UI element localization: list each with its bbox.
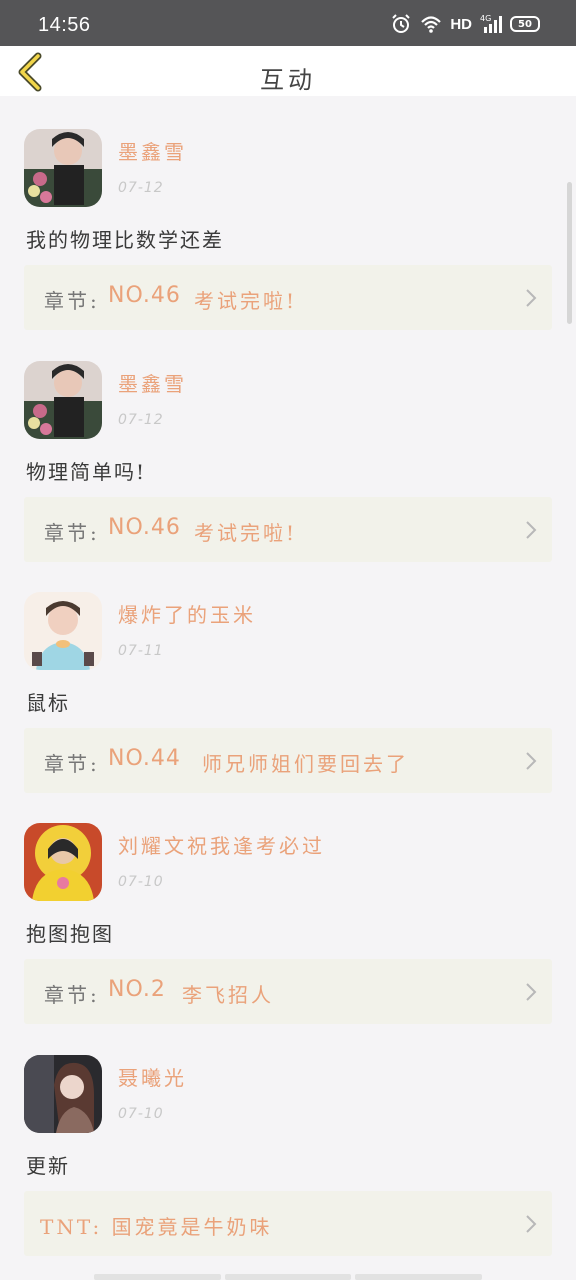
chapter-label: 章节: xyxy=(44,752,100,776)
comment-date: 07-12 xyxy=(118,412,164,428)
partial-tab xyxy=(94,1274,221,1280)
chapter-title: 考试完啦! xyxy=(194,521,298,545)
chevron-right-icon xyxy=(526,752,537,770)
chevron-right-icon xyxy=(526,1215,537,1233)
comment-item: 墨鑫雪 07-12 物理简单吗! 章节: NO.46 考试完啦! xyxy=(0,328,576,562)
comment-date: 07-12 xyxy=(118,180,164,196)
comment-text: 我的物理比数学还差 xyxy=(26,228,224,252)
chapter-link[interactable]: 章节: NO.46 考试完啦! xyxy=(24,265,552,330)
user-avatar[interactable] xyxy=(24,592,102,670)
scrollbar[interactable] xyxy=(567,182,572,324)
chapter-label: 章节: xyxy=(44,521,100,545)
chapter-number: NO.46 xyxy=(108,515,181,540)
comment-text: 鼠标 xyxy=(26,691,70,715)
comment-date: 07-10 xyxy=(118,1106,164,1122)
signal-icon: 4G xyxy=(480,14,502,33)
chapter-label: 章节: xyxy=(44,983,100,1007)
partial-tab xyxy=(224,1274,352,1280)
chapter-label: 章节: xyxy=(44,289,100,313)
username[interactable]: 刘耀文祝我逢考必过 xyxy=(118,830,325,859)
user-avatar[interactable] xyxy=(24,823,102,901)
status-bar: 14:56 HD 4G 50 xyxy=(0,0,576,46)
network-label: HD xyxy=(450,15,472,33)
chapter-title: TNT: 国宠竟是牛奶味 xyxy=(40,1215,273,1239)
status-icons: HD 4G 50 xyxy=(390,13,540,35)
chapter-number: NO.46 xyxy=(108,283,181,308)
battery-icon: 50 xyxy=(510,16,540,32)
username[interactable]: 爆炸了的玉米 xyxy=(118,599,256,628)
comment-list[interactable]: 墨鑫雪 07-12 我的物理比数学还差 章节: NO.46 考试完啦! 墨鑫雪 … xyxy=(0,96,576,1280)
username[interactable]: 墨鑫雪 xyxy=(118,368,187,397)
comment-text: 物理简单吗! xyxy=(26,460,147,484)
comment-date: 07-11 xyxy=(118,643,164,659)
comment-item: 墨鑫雪 07-12 我的物理比数学还差 章节: NO.46 考试完啦! xyxy=(0,96,576,330)
wifi-icon xyxy=(421,16,442,33)
nav-bar: 互动 xyxy=(0,46,576,96)
comment-text: 抱图抱图 xyxy=(26,922,114,946)
user-avatar[interactable] xyxy=(24,129,102,207)
user-avatar[interactable] xyxy=(24,1055,102,1133)
chevron-right-icon xyxy=(526,983,537,1001)
comment-item: 聂曦光 07-10 更新 TNT: 国宠竟是牛奶味 xyxy=(0,1022,576,1256)
comment-item: 刘耀文祝我逢考必过 07-10 抱图抱图 章节: NO.2 李飞招人 xyxy=(0,790,576,1024)
chapter-title: 考试完啦! xyxy=(194,289,298,313)
user-avatar[interactable] xyxy=(24,361,102,439)
chapter-title: 师兄师姐们要回去了 xyxy=(202,752,409,776)
bottom-partial-bar xyxy=(94,1274,483,1280)
signal-type: 4G xyxy=(480,14,491,23)
chapter-number: NO.44 xyxy=(108,746,181,771)
alarm-icon xyxy=(392,14,411,33)
chapter-title: 李飞招人 xyxy=(182,983,274,1007)
comment-text: 更新 xyxy=(26,1154,70,1178)
chevron-right-icon xyxy=(526,289,537,307)
comment-item: 爆炸了的玉米 07-11 鼠标 章节: NO.44 师兄师姐们要回去了 xyxy=(0,559,576,793)
page-title: 互动 xyxy=(260,66,316,94)
username[interactable]: 聂曦光 xyxy=(118,1062,187,1091)
partial-tab xyxy=(355,1274,483,1280)
status-time: 14:56 xyxy=(38,14,91,36)
username[interactable]: 墨鑫雪 xyxy=(118,136,187,165)
chevron-right-icon xyxy=(526,521,537,539)
chapter-link[interactable]: TNT: 国宠竟是牛奶味 xyxy=(24,1191,552,1256)
chapter-link[interactable]: 章节: NO.2 李飞招人 xyxy=(24,959,552,1024)
chapter-link[interactable]: 章节: NO.44 师兄师姐们要回去了 xyxy=(24,728,552,793)
chapter-number: NO.2 xyxy=(108,977,166,1002)
chapter-link[interactable]: 章节: NO.46 考试完啦! xyxy=(24,497,552,562)
comment-date: 07-10 xyxy=(118,874,164,890)
